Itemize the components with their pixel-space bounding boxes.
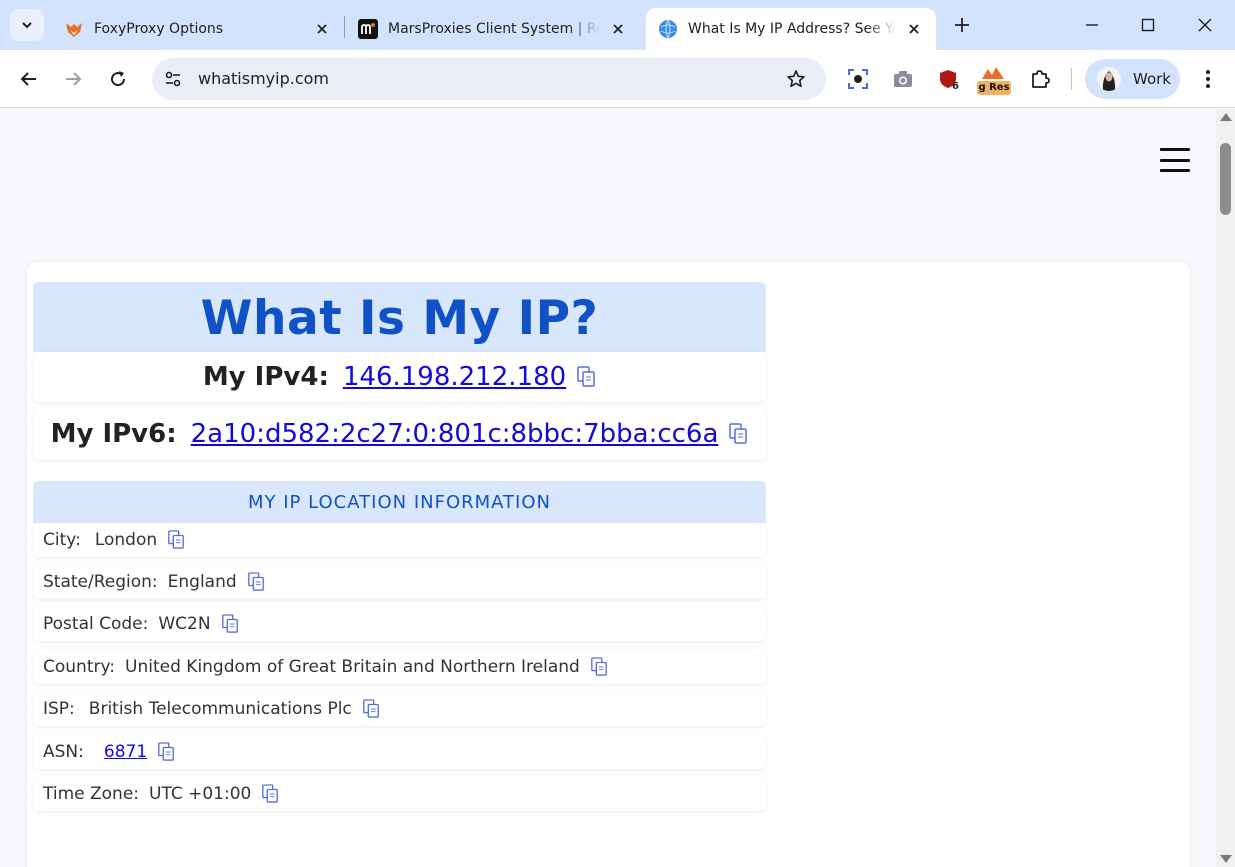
extension-camera-icon[interactable]	[889, 65, 917, 93]
chevron-down-icon	[22, 22, 32, 29]
location-row-country: Country: United Kingdom of Great Britain…	[33, 650, 766, 684]
location-row-isp: ISP: British Telecommunications Plc	[33, 692, 766, 726]
copy-icon[interactable]	[261, 784, 279, 804]
extensions-puzzle-icon[interactable]	[1026, 65, 1054, 93]
page-title: What Is My IP?	[200, 291, 599, 346]
row-value: WC2N	[158, 614, 211, 634]
row-label: ASN:	[43, 742, 84, 762]
extension-lens-icon[interactable]	[844, 65, 872, 93]
tab-separator	[344, 16, 345, 38]
location-header-label: MY IP LOCATION INFORMATION	[247, 492, 551, 513]
reload-button[interactable]	[103, 64, 133, 94]
browser-toolbar: whatismyip.com 6 g Res Work	[0, 50, 1235, 108]
tab-title: What Is My IP Address? See You	[688, 21, 896, 37]
maximize-button[interactable]	[1135, 12, 1161, 38]
foxyproxy-icon	[64, 19, 84, 39]
new-tab-button[interactable]	[948, 11, 976, 39]
location-row-timezone: Time Zone: UTC +01:00	[33, 777, 766, 811]
arrow-right-icon	[66, 72, 82, 86]
close-icon[interactable]	[312, 19, 332, 39]
address-bar[interactable]: whatismyip.com	[152, 58, 826, 100]
site-info-icon[interactable]	[162, 68, 184, 90]
globe-icon	[658, 19, 678, 39]
tab-title: MarsProxies Client System | Res	[388, 21, 600, 37]
row-label: ISP:	[43, 699, 75, 719]
arrow-left-icon	[20, 72, 36, 86]
row-label: Postal Code:	[43, 614, 149, 634]
tab-whatismyip[interactable]: What Is My IP Address? See You	[646, 8, 936, 50]
location-row-postal: Postal Code: WC2N	[33, 607, 766, 641]
back-button[interactable]	[14, 64, 44, 94]
extension-shield-icon[interactable]: 6	[934, 65, 962, 93]
extension-res-icon[interactable]: g Res	[977, 65, 1011, 95]
close-window-button[interactable]	[1192, 12, 1218, 38]
hero-header: What Is My IP?	[33, 282, 766, 352]
location-header: MY IP LOCATION INFORMATION	[33, 481, 766, 523]
forward-button[interactable]	[58, 64, 88, 94]
row-value: London	[94, 530, 158, 550]
row-label: Country:	[43, 657, 116, 677]
row-label: City:	[43, 530, 81, 550]
location-row-city: City: London	[33, 523, 766, 557]
profile-label: Work	[1133, 70, 1171, 88]
toolbar-divider	[1071, 68, 1072, 90]
copy-icon[interactable]	[576, 366, 596, 388]
minimize-icon	[1086, 24, 1098, 26]
copy-icon[interactable]	[221, 614, 239, 634]
copy-icon[interactable]	[247, 572, 265, 592]
ipv4-row: My IPv4: 146.198.212.180	[33, 352, 766, 402]
close-icon[interactable]	[608, 19, 628, 39]
copy-icon[interactable]	[157, 742, 175, 762]
ipv6-row: My IPv6: 2a10:d582:2c27:0:801c:8bbc:7bba…	[33, 408, 766, 460]
close-icon	[1198, 18, 1212, 32]
tab-foxyproxy[interactable]: FoxyProxy Options	[52, 8, 344, 50]
ipv6-label: My IPv6:	[50, 419, 177, 449]
scrollbar-thumb[interactable]	[1220, 143, 1231, 215]
tab-search-button[interactable]	[10, 9, 44, 41]
copy-icon[interactable]	[590, 657, 608, 677]
avatar	[1097, 67, 1121, 91]
hamburger-menu-icon[interactable]	[1160, 145, 1190, 175]
bookmark-star-icon[interactable]	[784, 67, 808, 91]
tab-marsproxies[interactable]: MarsProxies Client System | Res	[346, 8, 640, 50]
profile-button[interactable]: Work	[1085, 59, 1180, 99]
extension-badge: 6	[952, 81, 959, 92]
row-value: UTC +01:00	[149, 784, 252, 804]
minimize-button[interactable]	[1079, 12, 1105, 38]
plus-icon	[955, 18, 969, 32]
copy-icon[interactable]	[362, 699, 380, 719]
copy-icon[interactable]	[167, 530, 185, 550]
maximize-icon	[1141, 18, 1155, 32]
row-value: United Kingdom of Great Britain and Nort…	[125, 657, 580, 677]
page-viewport: What Is My IP? My IPv4: 146.198.212.180 …	[0, 109, 1216, 867]
browser-menu-button[interactable]	[1196, 65, 1220, 93]
asn-link[interactable]: 6871	[104, 742, 147, 762]
ipv4-link[interactable]: 146.198.212.180	[343, 362, 566, 392]
ipv4-label: My IPv4:	[202, 362, 329, 392]
marsproxies-icon	[358, 19, 378, 39]
row-value: England	[167, 572, 237, 592]
res-label: g Res	[977, 81, 1011, 95]
tab-strip: FoxyProxy Options MarsProxies Client Sys…	[0, 0, 1235, 50]
copy-icon[interactable]	[728, 423, 748, 445]
row-label: State/Region:	[43, 572, 158, 592]
location-row-asn: ASN: 6871	[33, 735, 766, 769]
ip-info-card: What Is My IP? My IPv4: 146.198.212.180 …	[27, 262, 1190, 867]
reload-icon	[111, 71, 126, 87]
scroll-up-arrow-icon[interactable]	[1220, 113, 1232, 121]
more-vertical-icon	[1206, 70, 1210, 88]
row-label: Time Zone:	[43, 784, 140, 804]
row-value: British Telecommunications Plc	[88, 699, 352, 719]
ipv6-link[interactable]: 2a10:d582:2c27:0:801c:8bbc:7bba:cc6a	[191, 419, 719, 449]
page-scrollbar[interactable]	[1216, 109, 1235, 867]
location-row-state: State/Region: England	[33, 565, 766, 599]
scroll-down-arrow-icon[interactable]	[1220, 855, 1232, 863]
close-icon[interactable]	[904, 19, 924, 39]
tab-title: FoxyProxy Options	[94, 21, 224, 37]
address-url[interactable]: whatismyip.com	[198, 69, 329, 88]
